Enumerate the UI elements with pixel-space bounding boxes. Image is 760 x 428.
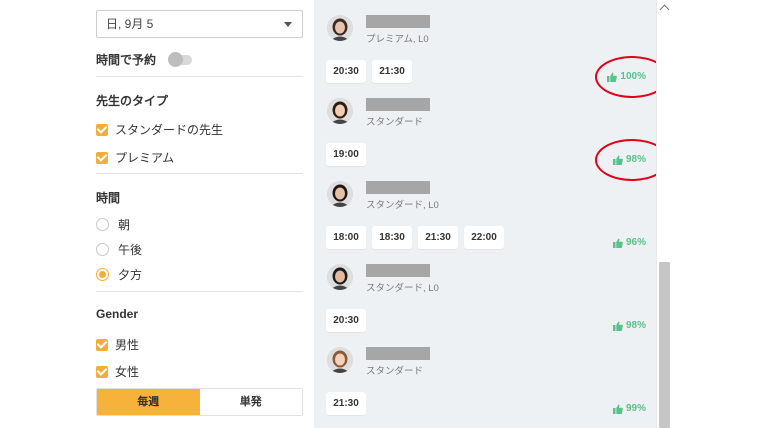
teacher-name-redacted[interactable] <box>366 181 430 194</box>
radio-icon <box>96 218 109 231</box>
time-heading-text: 時間 <box>96 191 121 205</box>
checkbox-label: スタンダードの先生 <box>115 123 224 137</box>
teacher-avatar[interactable] <box>327 15 353 41</box>
time-slot-button[interactable]: 21:30 <box>372 60 412 83</box>
teacher-type-label: スタンダード <box>366 366 424 377</box>
teacher-avatar[interactable] <box>327 98 353 124</box>
time-heading: 時間 <box>96 189 120 206</box>
teacher-avatar[interactable] <box>327 347 353 373</box>
time-slot-button[interactable]: 19:00 <box>326 143 366 166</box>
divider <box>96 291 303 292</box>
teacher-name-redacted[interactable] <box>366 98 430 111</box>
weekly-button[interactable]: 毎週 <box>97 389 200 415</box>
frequency-toggle: 毎週 単発 <box>96 388 303 416</box>
gender-heading: Gender <box>96 307 138 321</box>
checkbox-label: 男性 <box>115 338 140 352</box>
radio-label: 朝 <box>118 218 131 232</box>
teacher-rating: 98% <box>612 320 646 331</box>
date-select-value: 日, 9月 5 <box>106 17 154 31</box>
date-select[interactable]: 日, 9月 5 <box>96 10 303 38</box>
teacher-type-label: スタンダード, L0 <box>366 283 439 294</box>
thumbs-up-icon <box>612 237 623 248</box>
chevron-down-icon <box>284 22 292 27</box>
teacher-avatar[interactable] <box>327 181 353 207</box>
single-button[interactable]: 単発 <box>199 389 302 415</box>
checkbox-standard-teacher[interactable]: スタンダードの先生 <box>96 121 223 138</box>
checkbox-female[interactable]: 女性 <box>96 363 139 380</box>
checkbox-checked-icon <box>96 365 108 378</box>
time-booking-label: 時間で予約 <box>96 53 157 67</box>
checkbox-male[interactable]: 男性 <box>96 336 139 353</box>
teacher-name-redacted[interactable] <box>366 264 430 277</box>
radio-morning[interactable]: 朝 <box>96 216 130 233</box>
rating-value: 98% <box>625 320 646 331</box>
teacher-name-redacted[interactable] <box>366 347 430 360</box>
chevron-up-icon[interactable] <box>659 4 670 15</box>
time-slot-button[interactable]: 20:30 <box>326 60 366 83</box>
time-slot-button[interactable]: 21:30 <box>326 392 366 415</box>
scrollbar[interactable] <box>656 0 672 428</box>
teacher-avatar[interactable] <box>327 264 353 290</box>
teacher-type-label: スタンダード, L0 <box>366 200 439 211</box>
time-slot-button[interactable]: 22:00 <box>464 226 504 249</box>
time-slot-button[interactable]: 21:30 <box>418 226 458 249</box>
teacher-type-heading-text: 先生のタイプ <box>96 94 169 108</box>
divider <box>96 173 303 174</box>
teacher-rating: 96% <box>612 237 646 248</box>
time-slot-button[interactable]: 20:30 <box>326 309 366 332</box>
checkbox-premium[interactable]: プレミアム <box>96 149 174 166</box>
rating-value: 99% <box>625 403 646 414</box>
radio-label: 夕方 <box>118 268 143 282</box>
teacher-list: プレミアム, L0 20:30 21:30 100% スタンダード 19:00 98% スタン… <box>314 0 669 428</box>
teacher-type-label: プレミアム, L0 <box>366 34 429 45</box>
checkbox-label: 女性 <box>115 365 140 379</box>
time-slot-button[interactable]: 18:00 <box>326 226 366 249</box>
time-booking-row: 時間で予約 <box>96 51 193 68</box>
radio-icon <box>96 243 109 256</box>
thumbs-up-icon <box>612 403 623 414</box>
teacher-name-redacted[interactable] <box>366 15 430 28</box>
teacher-rating: 99% <box>612 403 646 414</box>
checkbox-checked-icon <box>96 123 108 136</box>
checkbox-checked-icon <box>96 338 108 351</box>
teacher-type-heading: 先生のタイプ <box>96 92 168 109</box>
gender-heading-text: Gender <box>96 307 139 321</box>
thumbs-up-icon <box>612 320 623 331</box>
checkbox-label: プレミアム <box>115 151 175 165</box>
teacher-type-label: スタンダード <box>366 117 424 128</box>
time-slot-button[interactable]: 18:30 <box>372 226 412 249</box>
toggle-knob <box>168 51 184 67</box>
checkbox-checked-icon <box>96 151 108 164</box>
scrollbar-thumb[interactable] <box>659 262 670 428</box>
radio-label: 午後 <box>118 243 143 257</box>
time-booking-toggle[interactable] <box>168 51 193 67</box>
radio-evening[interactable]: 夕方 <box>96 266 142 283</box>
filter-panel: 日, 9月 5 時間で予約 先生のタイプ スタンダードの先生 プレミアム 時間 … <box>88 0 304 428</box>
radio-selected-icon <box>96 268 109 281</box>
rating-value: 96% <box>625 237 646 248</box>
divider <box>96 76 303 77</box>
radio-afternoon[interactable]: 午後 <box>96 241 142 258</box>
